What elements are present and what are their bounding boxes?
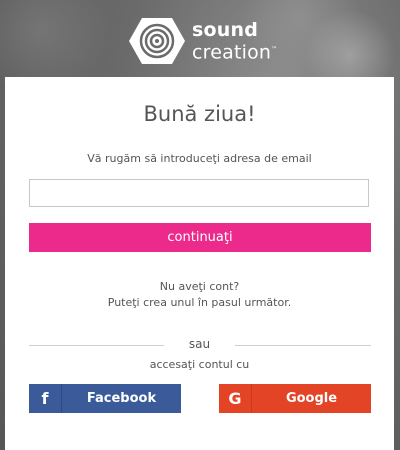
logo-trademark: ™	[271, 45, 278, 53]
email-field[interactable]	[29, 179, 369, 207]
or-label: sau	[188, 337, 211, 351]
facebook-icon: f	[29, 384, 62, 413]
page-title: Bună ziua!	[143, 102, 256, 126]
login-card: Bună ziua! Vă rugăm să introduceţi adres…	[5, 77, 394, 450]
divider-right	[235, 345, 371, 346]
continue-button[interactable]: continuaţi	[29, 223, 371, 252]
no-account-line2: Puteţi crea unul în pasul următor.	[107, 296, 292, 309]
email-prompt: Vă rugăm să introduceţi adresa de email	[87, 152, 312, 165]
google-login-button[interactable]: G Google	[219, 384, 371, 413]
facebook-label: Facebook	[86, 391, 157, 406]
sound-creation-logo: sound creation™	[128, 16, 278, 66]
facebook-login-button[interactable]: f Facebook	[29, 384, 181, 413]
no-account-line1: Nu aveţi cont?	[159, 280, 240, 293]
google-label: Google	[285, 391, 338, 406]
logo-text-sound: sound	[192, 18, 259, 41]
logo-text-creation: creation	[192, 41, 272, 64]
no-account-text: Nu aveţi cont? Puteţi crea unul în pasul…	[5, 279, 394, 311]
google-icon: G	[219, 384, 252, 413]
logo-mark-icon	[129, 18, 185, 64]
access-account-label: accesaţi contul cu	[149, 358, 250, 371]
